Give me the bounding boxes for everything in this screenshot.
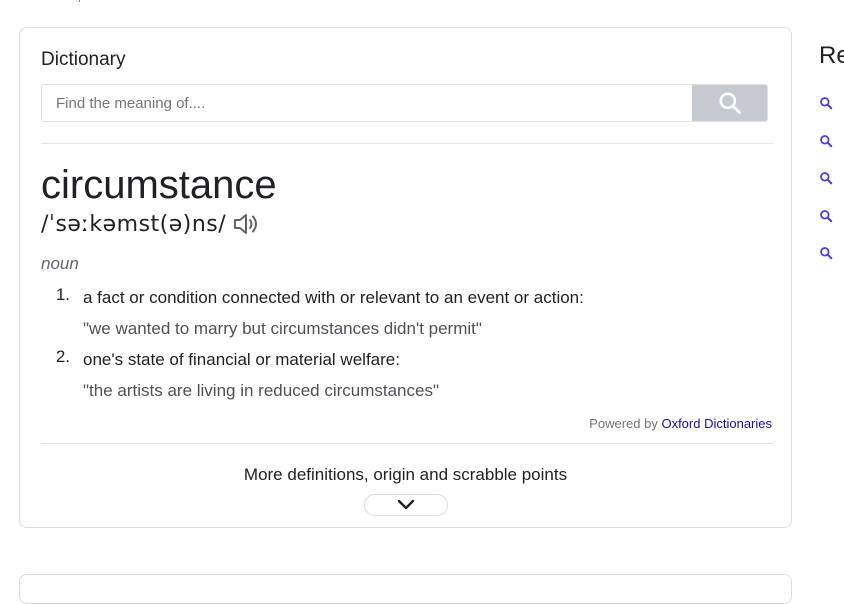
- definition-number: 2.: [55, 347, 70, 366]
- definition-item: 2. one's state of financial or material …: [41, 347, 771, 403]
- definition-body: a fact or condition connected with or re…: [83, 285, 771, 341]
- definition-example: "the artists are living in reduced circu…: [83, 381, 439, 400]
- powered-by: Powered by Oxford Dictionaries: [589, 416, 772, 431]
- powered-by-prefix: Powered by: [589, 416, 658, 431]
- dictionary-search-button[interactable]: [692, 85, 767, 121]
- definition-number: 1.: [55, 285, 70, 304]
- search-icon: [820, 247, 833, 260]
- card-title: Dictionary: [41, 49, 126, 70]
- pronunciation-button[interactable]: [232, 209, 262, 239]
- dictionary-search-input[interactable]: [42, 85, 692, 121]
- divider: [41, 443, 773, 444]
- related-search-item[interactable]: [819, 246, 833, 260]
- part-of-speech: noun: [41, 254, 79, 273]
- definitions-list: 1. a fact or condition connected with or…: [41, 285, 771, 403]
- chevron-down-icon: [397, 499, 415, 510]
- related-searches-heading: Re: [819, 42, 844, 69]
- search-icon: [820, 135, 833, 148]
- expand-definitions-button[interactable]: [364, 494, 448, 516]
- divider: [41, 143, 773, 144]
- related-search-item[interactable]: [819, 209, 833, 223]
- top-fragment-text: — /: [62, 0, 112, 4]
- search-icon: [718, 92, 741, 115]
- next-result-card: [19, 574, 792, 604]
- related-search-item[interactable]: [819, 171, 833, 185]
- related-search-item[interactable]: [819, 96, 833, 110]
- definition-text: one's state of financial or material wel…: [83, 350, 400, 369]
- speaker-icon: [234, 214, 258, 234]
- oxford-dictionaries-link[interactable]: Oxford Dictionaries: [661, 416, 772, 431]
- definition-text: a fact or condition connected with or re…: [83, 288, 584, 307]
- related-search-item[interactable]: [819, 134, 833, 148]
- dictionary-card: Dictionary circumstance /ˈsəːkəmst(ə)ns/…: [19, 27, 792, 528]
- definition-example: "we wanted to marry but circumstances di…: [83, 319, 482, 338]
- search-icon: [820, 210, 833, 223]
- dictionary-search-box: [41, 84, 768, 122]
- definition-body: one's state of financial or material wel…: [83, 347, 771, 403]
- headword: circumstance: [41, 163, 277, 207]
- phonetic-spelling: /ˈsəːkəmst(ə)ns/: [41, 211, 227, 237]
- definition-item: 1. a fact or condition connected with or…: [41, 285, 771, 341]
- pronunciation-row: /ˈsəːkəmst(ə)ns/: [41, 209, 262, 239]
- search-icon: [820, 97, 833, 110]
- search-icon: [820, 172, 833, 185]
- more-definitions-label: More definitions, origin and scrabble po…: [243, 465, 568, 484]
